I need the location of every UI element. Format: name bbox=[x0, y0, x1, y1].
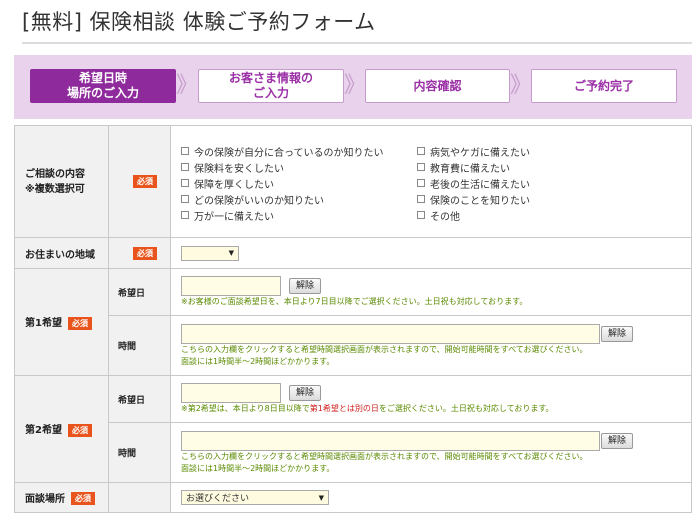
choice2-label-cell: 第2希望 必須 bbox=[14, 375, 109, 483]
choice2-date-row: 第2希望 必須 希望日 解除 ※第2希望は、本日より8日目以降で第1希望とは別の日… bbox=[14, 375, 692, 483]
place-label: 面談場所 bbox=[25, 493, 65, 505]
checkbox-icon[interactable] bbox=[181, 195, 189, 203]
place-label-cell: 面談場所 必須 bbox=[14, 482, 109, 513]
choice1-time-row: 時間 解除 こちらの入力欄をクリックすると希望時間選択画面が表示されますので、開… bbox=[15, 315, 692, 376]
checkbox-icon[interactable] bbox=[181, 179, 189, 187]
checkbox-icon[interactable] bbox=[417, 211, 425, 219]
checkbox-icon[interactable] bbox=[417, 195, 425, 203]
step-3-line1: 内容確認 bbox=[413, 78, 462, 93]
choice1-time-clear-button[interactable]: 解除 bbox=[601, 325, 634, 342]
step-4: ご予約完了 bbox=[531, 69, 677, 103]
consult-option[interactable]: 万が一に備えたい bbox=[181, 207, 417, 223]
choice2-date-label: 希望日 bbox=[108, 375, 171, 423]
choice2-time-row: 時間 解除 こちらの入力欄をクリックすると希望時間選択画面が表示されますので、開… bbox=[15, 422, 692, 483]
choice2-date-note: ※第2希望は、本日より8日目以降で第1希望とは別の日をご選択ください。土日祝も対… bbox=[181, 404, 554, 413]
choice1-time-note: こちらの入力欄をクリックすると希望時間選択画面が表示されますので、開始可能時間を… bbox=[181, 344, 588, 354]
consult-options-left: 今の保険が自分に合っているのか知りたい 保険料を安くしたい 保障を厚くしたい ど… bbox=[181, 143, 417, 223]
choice2-time-clear-button[interactable]: 解除 bbox=[601, 432, 634, 449]
place-select[interactable]: お選びください ▼ bbox=[181, 490, 329, 505]
required-badge: 必須 bbox=[67, 423, 92, 437]
checkbox-icon[interactable] bbox=[417, 147, 425, 155]
checkbox-icon[interactable] bbox=[181, 147, 189, 155]
consult-label: ご相談の内容 bbox=[25, 168, 85, 180]
choice1-label: 第1希望 bbox=[25, 318, 62, 330]
consult-label-cell: ご相談の内容 ※複数選択可 bbox=[14, 125, 109, 238]
choice2-time-label: 時間 bbox=[108, 422, 171, 483]
consult-options-right: 病気やケガに備えたい 教育費に備えたい 老後の生活に備えたい 保険のことを知りた… bbox=[417, 143, 530, 223]
choice1-date-input[interactable] bbox=[181, 276, 281, 296]
step-2-line1: お客さま情報の bbox=[228, 71, 313, 85]
required-badge: 必須 bbox=[133, 175, 157, 188]
choice1-time-label: 時間 bbox=[108, 315, 171, 376]
page-title: [無料] 保険相談 体験ご予約フォーム bbox=[22, 10, 376, 34]
consult-option[interactable]: 保障を厚くしたい bbox=[181, 175, 417, 191]
checkbox-icon[interactable] bbox=[181, 211, 189, 219]
consult-option[interactable]: 病気やケガに備えたい bbox=[417, 143, 530, 159]
step-2-line2: ご入力 bbox=[252, 86, 289, 100]
choice1-time-field: 解除 こちらの入力欄をクリックすると希望時間選択画面が表示されますので、開始可能… bbox=[170, 315, 692, 376]
choice2-date-input[interactable] bbox=[181, 383, 281, 403]
choice2-label: 第2希望 bbox=[25, 425, 62, 437]
checkbox-icon[interactable] bbox=[181, 163, 189, 171]
choice2-time-note-duration: 面談には1時間半～2時間ほどかかります。 bbox=[181, 463, 335, 473]
choice1-date-note: ※お客様のご面談希望日を、本日より7日目以降でご選択ください。土日祝も対応してお… bbox=[181, 297, 528, 306]
consult-option[interactable]: どの保険がいいのか知りたい bbox=[181, 191, 417, 207]
region-field: ▼ bbox=[170, 237, 692, 269]
step-2: お客さま情報の ご入力 bbox=[198, 69, 344, 103]
choice1-date-row: 第1希望 必須 希望日 解除 ※お客様のご面談希望日を、本日より7日目以降でご選択… bbox=[14, 268, 692, 376]
choice2-date-note-emphasis: 第1希望とは別の日 bbox=[309, 404, 379, 413]
choice1-date-label: 希望日 bbox=[108, 268, 171, 316]
consult-label-note: ※複数選択可 bbox=[25, 183, 85, 195]
place-row: 面談場所 必須 お選びください ▼ bbox=[14, 482, 692, 513]
consult-option[interactable]: その他 bbox=[417, 207, 530, 223]
checkbox-icon[interactable] bbox=[417, 163, 425, 171]
consult-option[interactable]: 保険料を安くしたい bbox=[181, 159, 417, 175]
choice2-time-field: 解除 こちらの入力欄をクリックすると希望時間選択画面が表示されますので、開始可能… bbox=[170, 422, 692, 483]
dropdown-arrow-icon: ▼ bbox=[228, 249, 234, 258]
choice1-date-clear-button[interactable]: 解除 bbox=[289, 278, 322, 294]
choice2-date-clear-button[interactable]: 解除 bbox=[289, 385, 322, 401]
place-field: お選びください ▼ bbox=[170, 482, 692, 513]
choice2-time-note: こちらの入力欄をクリックすると希望時間選択画面が表示されますので、開始可能時間を… bbox=[181, 451, 588, 461]
region-label: お住まいの地域 bbox=[14, 237, 109, 269]
dropdown-arrow-icon: ▼ bbox=[318, 493, 324, 502]
step-1-line2: 場所のご入力 bbox=[66, 86, 139, 100]
choice2-time-input[interactable] bbox=[181, 430, 600, 451]
progress-steps: 希望日時 場所のご入力 》 お客さま情報の ご入力 》 内容確認 》 ご予約完了 bbox=[14, 55, 692, 119]
choice2-date-field: 解除 ※第2希望は、本日より8日目以降で第1希望とは別の日をご選択ください。土日… bbox=[170, 375, 692, 423]
consult-option[interactable]: 今の保険が自分に合っているのか知りたい bbox=[181, 143, 417, 159]
choice1-date-field: 解除 ※お客様のご面談希望日を、本日より7日目以降でご選択ください。土日祝も対応… bbox=[170, 268, 692, 316]
step-1: 希望日時 場所のご入力 bbox=[30, 69, 176, 103]
required-badge: 必須 bbox=[67, 316, 92, 330]
region-badge-cell: 必須 bbox=[108, 237, 171, 269]
checkbox-icon[interactable] bbox=[417, 179, 425, 187]
title-divider bbox=[22, 42, 692, 44]
consult-options: 今の保険が自分に合っているのか知りたい 保険料を安くしたい 保障を厚くしたい ど… bbox=[170, 125, 692, 238]
consult-option[interactable]: 教育費に備えたい bbox=[417, 159, 530, 175]
step-4-line1: ご予約完了 bbox=[573, 78, 634, 93]
consult-option[interactable]: 老後の生活に備えたい bbox=[417, 175, 530, 191]
region-select[interactable]: ▼ bbox=[181, 245, 239, 261]
region-row: お住まいの地域 必須 ▼ bbox=[14, 237, 692, 269]
step-1-line1: 希望日時 bbox=[78, 71, 127, 85]
place-spacer-cell bbox=[108, 482, 171, 513]
step-chevron-icon: 》 bbox=[344, 73, 366, 98]
place-select-value: お選びください bbox=[186, 494, 250, 504]
consult-badge-cell: 必須 bbox=[108, 125, 171, 238]
choice1-label-cell: 第1希望 必須 bbox=[14, 268, 109, 376]
required-badge: 必須 bbox=[133, 246, 157, 260]
consult-row: ご相談の内容 ※複数選択可 必須 今の保険が自分に合っているのか知りたい 保険料… bbox=[14, 125, 692, 238]
consult-option[interactable]: 保険のことを知りたい bbox=[417, 191, 530, 207]
reservation-form: ご相談の内容 ※複数選択可 必須 今の保険が自分に合っているのか知りたい 保険料… bbox=[14, 125, 692, 513]
step-chevron-icon: 》 bbox=[510, 73, 532, 98]
choice1-time-input[interactable] bbox=[181, 323, 600, 344]
step-3: 内容確認 bbox=[365, 69, 510, 103]
choice1-time-note-duration: 面談には1時間半～2時間ほどかかります。 bbox=[181, 356, 335, 366]
step-chevron-icon: 》 bbox=[176, 73, 198, 98]
required-badge: 必須 bbox=[71, 492, 95, 506]
